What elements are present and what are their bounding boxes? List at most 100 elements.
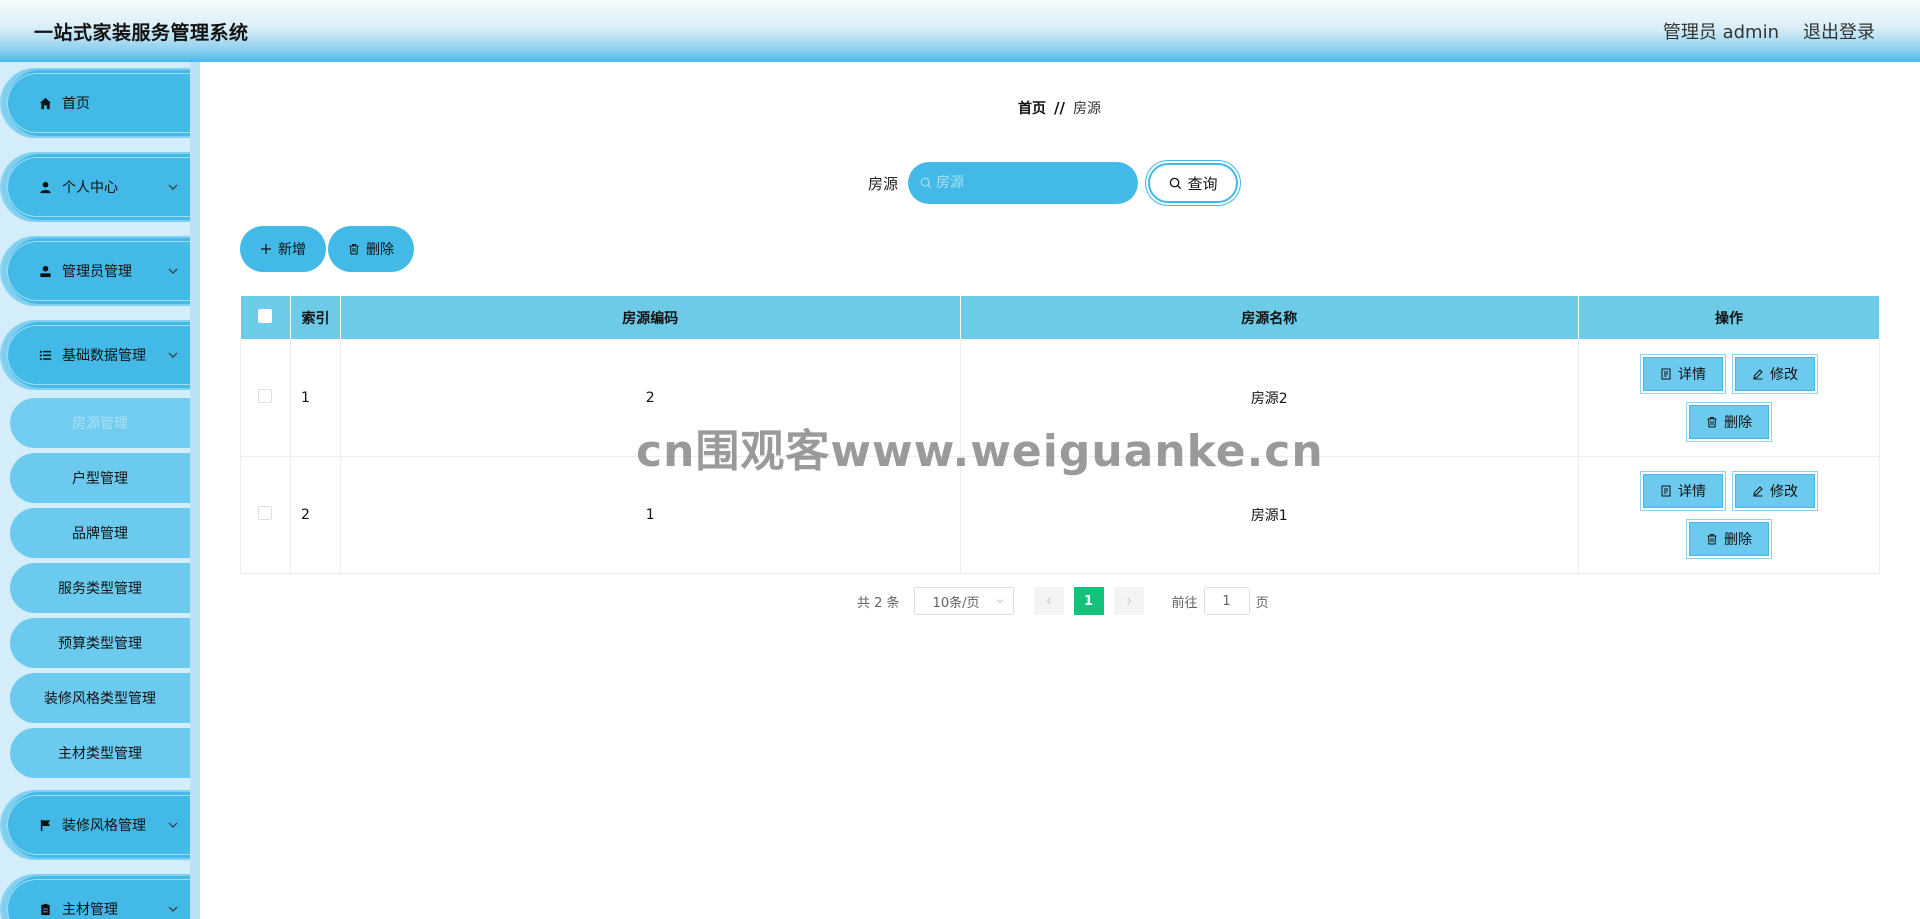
detail-button-label: 详情 (1678, 367, 1707, 383)
operations-cell: 详情 修改 删除 (1578, 339, 1880, 457)
add-button[interactable]: 新增 (240, 226, 326, 272)
goto-page: 前往 页 (1172, 587, 1269, 615)
plus-icon (261, 244, 271, 254)
edit-button[interactable]: 修改 (1735, 357, 1816, 391)
delete-button-label: 删除 (1724, 532, 1753, 548)
search-label: 房源 (868, 174, 899, 193)
sidebar-item-label: 主材管理 (62, 902, 118, 918)
goto-page-input[interactable] (1203, 587, 1250, 615)
query-button[interactable]: 查询 (1148, 163, 1239, 203)
list-icon (36, 346, 54, 364)
chevron-down-icon (168, 184, 178, 190)
search-icon (1169, 177, 1181, 189)
breadcrumb-current: 房源 (1072, 101, 1101, 117)
page-size-value: 10条/页 (932, 595, 980, 611)
prev-page-button[interactable] (1033, 587, 1064, 615)
sidebar-item-label: 首页 (62, 96, 90, 112)
sidebar-subitem-decor-style-type[interactable]: 装修风格类型管理 (10, 673, 190, 723)
edit-icon (1753, 486, 1763, 497)
main-content: 首页 // 房源 房源 查询 新增 删除 索引 房源编码 (200, 62, 1920, 919)
add-button-label: 新增 (278, 242, 306, 258)
pagination-total: 共 2 条 (857, 595, 900, 611)
table-header-cell: 房源名称 (959, 295, 1580, 340)
sidebar-item-personal-center[interactable]: 个人中心 (2, 152, 190, 222)
batch-delete-button[interactable]: 删除 (328, 226, 414, 272)
table-row: 2 1 房源1 详情 修改 删除 (240, 456, 1880, 574)
sidebar-item-home[interactable]: 首页 (2, 68, 190, 138)
chevron-right-icon (1126, 597, 1131, 605)
header-user-area: 管理员 admin 退出登录 (1663, 18, 1875, 44)
detail-button[interactable]: 详情 (1643, 357, 1724, 391)
breadcrumb-home[interactable]: 首页 (1018, 98, 1046, 118)
pagination: 共 2 条 10条/页 1 前往 页 (857, 587, 1269, 615)
table-header-cell: 操作 (1578, 295, 1880, 340)
edit-icon (1753, 369, 1763, 380)
breadcrumb-separator: // (1054, 99, 1065, 117)
sidebar-subitem-house-type[interactable]: 户型管理 (10, 453, 190, 503)
sidebar-item-main-material[interactable]: 主材管理 (2, 874, 190, 919)
chevron-down-icon (996, 599, 1003, 604)
search-form: 房源 查询 (868, 162, 1239, 204)
row-checkbox[interactable] (258, 506, 273, 520)
sidebar-item-basic-data[interactable]: 基础数据管理 (2, 320, 190, 390)
sidebar-item-admin-management[interactable]: 管理员管理 (2, 236, 190, 306)
trash-icon (349, 244, 359, 255)
search-input-wrapper (908, 162, 1139, 204)
operations-cell: 详情 修改 删除 (1578, 456, 1880, 574)
user-icon (36, 178, 54, 196)
row-checkbox[interactable] (258, 389, 273, 403)
row-select-cell (240, 339, 291, 457)
sidebar-subitem-house-source[interactable]: 房源管理 (10, 398, 190, 448)
delete-button[interactable]: 删除 (1689, 405, 1770, 439)
sidebar: 首页 个人中心 管理员管理 基础数据管理 房源管理 户型管理 品牌管理 服务类型… (0, 62, 200, 919)
edit-button[interactable]: 修改 (1735, 474, 1816, 508)
toolbar: 新增 删除 (240, 226, 414, 272)
goto-suffix: 页 (1255, 595, 1269, 611)
sidebar-item-label: 基础数据管理 (62, 348, 146, 364)
sidebar-item-label: 个人中心 (62, 180, 118, 196)
chevron-down-icon (168, 352, 178, 358)
table-header-select-all (240, 295, 291, 340)
chevron-down-icon (168, 822, 178, 828)
chevron-down-icon (168, 906, 178, 912)
table-header-cell: 索引 (289, 295, 341, 340)
trash-icon (1707, 534, 1717, 545)
home-icon (36, 94, 54, 112)
flag-icon (36, 816, 54, 834)
sidebar-subitem-budget-type[interactable]: 预算类型管理 (10, 618, 190, 668)
app-title: 一站式家装服务管理系统 (34, 21, 249, 44)
search-icon (920, 177, 932, 189)
data-table: 索引 房源编码 房源名称 操作 1 2 房源2 详情 修改 删除 2 1 房源1… (240, 295, 1880, 574)
detail-button[interactable]: 详情 (1643, 474, 1724, 508)
row-select-cell (240, 456, 291, 574)
edit-button-label: 修改 (1770, 367, 1799, 383)
sidebar-item-label: 管理员管理 (62, 264, 132, 280)
detail-button-label: 详情 (1678, 484, 1707, 500)
table-header-row: 索引 房源编码 房源名称 操作 (240, 295, 1880, 340)
chevron-down-icon (168, 268, 178, 274)
sidebar-subitem-main-material-type[interactable]: 主材类型管理 (10, 728, 190, 778)
sidebar-subitem-service-type[interactable]: 服务类型管理 (10, 563, 190, 613)
sidebar-subitem-brand[interactable]: 品牌管理 (10, 508, 190, 558)
search-input[interactable] (936, 175, 1127, 191)
code-cell: 1 (339, 456, 961, 574)
page-number-current[interactable]: 1 (1073, 587, 1104, 615)
trash-icon (1707, 417, 1717, 428)
top-header: 一站式家装服务管理系统 管理员 admin 退出登录 (0, 0, 1920, 62)
code-cell: 2 (339, 339, 961, 457)
sidebar-edge-strip (190, 62, 200, 919)
logout-link[interactable]: 退出登录 (1803, 18, 1875, 44)
name-cell: 房源2 (959, 339, 1580, 457)
sidebar-item-label: 装修风格管理 (62, 818, 146, 834)
sidebar-item-decor-style[interactable]: 装修风格管理 (2, 790, 190, 860)
delete-button[interactable]: 删除 (1689, 522, 1770, 556)
select-all-checkbox[interactable] (258, 308, 273, 323)
next-page-button[interactable] (1113, 587, 1144, 615)
edit-button-label: 修改 (1770, 484, 1799, 500)
table-header-cell: 房源编码 (339, 295, 961, 340)
page-size-select[interactable]: 10条/页 (913, 587, 1014, 615)
document-icon (1661, 485, 1671, 497)
delete-button-label: 删除 (1724, 415, 1753, 431)
current-user-label: 管理员 admin (1662, 22, 1779, 43)
query-button-label: 查询 (1187, 174, 1218, 193)
